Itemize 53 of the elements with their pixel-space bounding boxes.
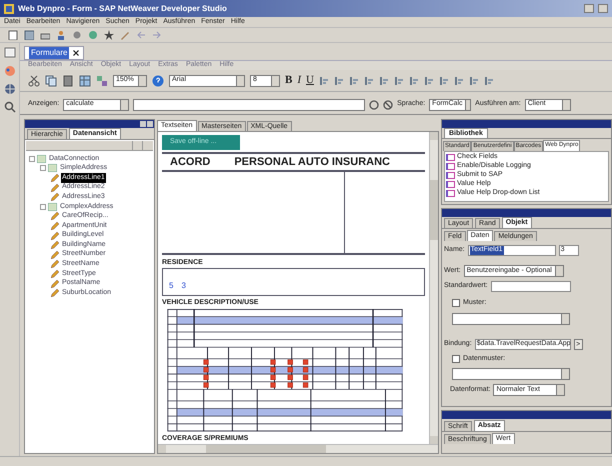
expander-icon[interactable] (40, 204, 46, 210)
checkbox[interactable] (452, 354, 460, 363)
form-logo: ACORD (170, 155, 210, 170)
align-icon[interactable] (394, 76, 404, 86)
app-icon (4, 4, 14, 14)
align-icon[interactable] (378, 76, 389, 86)
scissors-icon[interactable] (28, 74, 40, 86)
underline-button[interactable]: U (306, 72, 314, 89)
align-icon[interactable] (348, 76, 359, 86)
italic-button[interactable]: I (297, 72, 302, 89)
bold-button[interactable]: B (285, 72, 292, 89)
help-icon[interactable] (152, 74, 164, 86)
align-icon[interactable] (468, 76, 479, 86)
table-cell: 5 (169, 280, 174, 290)
globe-icon[interactable] (4, 83, 16, 95)
align-icon[interactable] (438, 76, 449, 86)
align-icon[interactable] (484, 76, 494, 86)
star-icon[interactable] (104, 30, 114, 40)
align-icon[interactable] (364, 76, 374, 86)
align-icon[interactable] (454, 76, 464, 86)
back-arrow-icon[interactable] (136, 30, 146, 40)
vertical-scrollbar[interactable] (429, 132, 438, 444)
palette-icon[interactable] (4, 65, 16, 77)
editor-tab[interactable]: Formulare (24, 46, 84, 60)
maximize-button[interactable] (598, 4, 608, 13)
align-icon[interactable] (408, 76, 419, 86)
align-icon[interactable] (424, 76, 434, 86)
pencil-icon[interactable] (120, 30, 130, 40)
default-value-field[interactable] (490, 281, 571, 292)
window-title: Web Dynpro - Form - SAP NetWeaver Developer Studio (18, 2, 227, 14)
align-icon[interactable] (334, 76, 344, 86)
align-icon[interactable] (318, 76, 329, 86)
minimize-button[interactable] (584, 4, 594, 13)
form-title: PERSONAL AUTO INSURANC (234, 155, 390, 170)
new-file-icon[interactable] (8, 30, 18, 40)
add-icon[interactable] (369, 100, 380, 110)
person-icon[interactable] (56, 30, 66, 40)
data-pattern-dropdown[interactable] (452, 368, 570, 380)
forward-arrow-icon[interactable] (152, 30, 162, 40)
copy-icon[interactable] (45, 74, 57, 86)
save-icon[interactable] (24, 30, 34, 40)
horizontal-scrollbar[interactable] (158, 444, 438, 453)
table-cell: 3 (181, 280, 186, 290)
grid-icon[interactable] (79, 74, 91, 86)
folder-icon (48, 202, 57, 211)
window-icon[interactable] (4, 47, 16, 59)
clipboard-icon[interactable] (62, 74, 74, 86)
pattern-dropdown[interactable] (452, 312, 570, 324)
cancel-icon[interactable] (383, 100, 394, 110)
script-field[interactable] (133, 98, 366, 110)
checkbox[interactable] (452, 299, 460, 308)
search-icon[interactable] (4, 101, 16, 113)
layers-icon[interactable] (96, 74, 108, 86)
